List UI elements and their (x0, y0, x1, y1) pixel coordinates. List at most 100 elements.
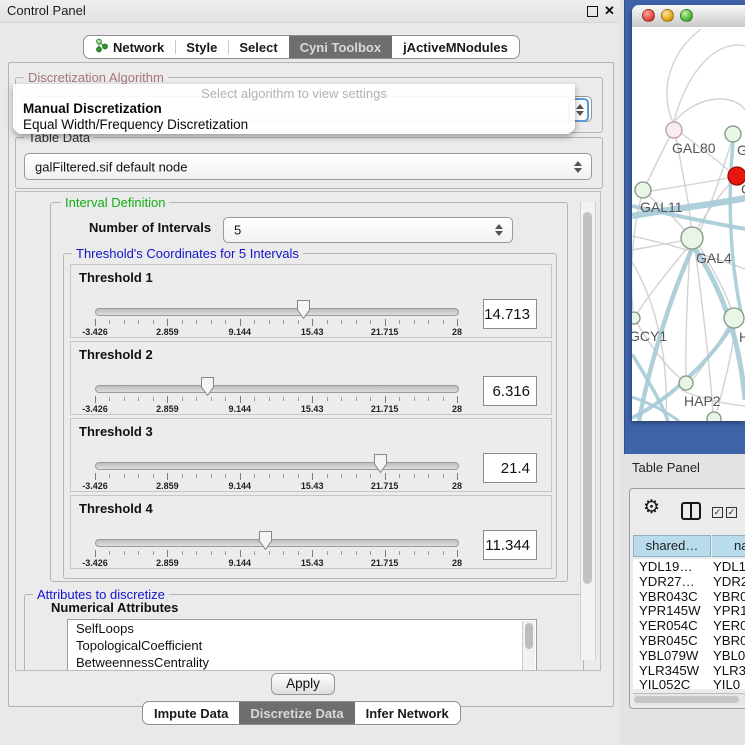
checkbox-icon[interactable]: ✓ (726, 507, 737, 518)
network-node-label: GAL80 (672, 140, 716, 156)
slider-tick-label: 15.43 (301, 404, 324, 414)
network-node[interactable] (635, 182, 651, 198)
slider-track[interactable] (95, 308, 459, 316)
slider-thumb[interactable] (374, 454, 387, 473)
network-node[interactable] (724, 308, 744, 328)
table-row[interactable]: YER054CYER0 (633, 618, 745, 633)
slider-track[interactable] (95, 462, 459, 470)
cell-name: YBR0 (713, 633, 745, 648)
settings-gear-icon[interactable]: ⚙ (643, 496, 660, 519)
interval-definition-group: Interval Definition Number of Intervals … (50, 202, 568, 582)
slider-tick (443, 474, 444, 478)
slider-track[interactable] (95, 385, 459, 393)
table-row[interactable]: YBR043CYBR0 (633, 589, 745, 604)
columns-icon[interactable] (681, 502, 701, 520)
table-row[interactable]: YIL052CYIL0 (633, 677, 745, 689)
horizontal-scrollbar[interactable] (633, 693, 745, 705)
tab-style[interactable]: Style (175, 36, 228, 58)
slider-tick (211, 551, 212, 555)
list-scrollbar[interactable] (522, 621, 535, 671)
table-row[interactable]: YBR045CYBR0 (633, 633, 745, 648)
tab-discretize-data[interactable]: Discretize Data (239, 702, 354, 724)
network-window-titlebar[interactable] (632, 5, 745, 28)
tab-infer-network[interactable]: Infer Network (355, 702, 460, 724)
cell-shared-name: YER054C (639, 618, 698, 633)
network-node[interactable] (707, 412, 721, 421)
slider-tick (283, 551, 284, 555)
attribute-item[interactable]: SelfLoops (68, 620, 536, 637)
thresholds-group: Threshold's Coordinates for 5 Intervals … (63, 253, 557, 579)
tab-select[interactable]: Select (228, 36, 288, 58)
float-icon[interactable] (587, 6, 598, 17)
table-row[interactable]: YPR145WYPR1 (633, 603, 745, 618)
slider-tick (269, 320, 270, 324)
table-row[interactable]: YLR345WYLR3 (633, 663, 745, 678)
checkbox-icon[interactable]: ✓ (712, 507, 723, 518)
network-node[interactable] (632, 312, 640, 324)
slider-tick (124, 397, 125, 401)
network-canvas[interactable]: GAL80GACGAL11GAL4GCY1HHAP2 (632, 27, 745, 421)
tab-network[interactable]: Network (84, 36, 175, 58)
panel-scrollbar[interactable] (580, 202, 596, 660)
attribute-item[interactable]: BetweennessCentrality (68, 654, 536, 671)
network-node-label: H (739, 329, 745, 345)
dropdown-item-equal-width[interactable]: Equal Width/Frequency Discretization (23, 117, 248, 132)
network-node[interactable] (681, 227, 703, 249)
network-node[interactable] (679, 376, 693, 390)
slider-thumb[interactable] (201, 377, 214, 396)
threshold-value-field[interactable]: 11.344 (483, 530, 537, 560)
numerical-attributes-label: Numerical Attributes (51, 600, 178, 615)
tab-impute-data[interactable]: Impute Data (143, 702, 239, 724)
table-data-combo[interactable]: galFiltered.sif default node (24, 153, 592, 180)
column-header-name[interactable]: na (712, 535, 745, 557)
slider-tick (385, 473, 386, 480)
dropdown-item-manual[interactable]: Manual Discretization (23, 101, 162, 116)
slider-tick (109, 551, 110, 555)
network-node[interactable] (666, 122, 682, 138)
slider-tick (138, 551, 139, 555)
cell-name: YDR2 (713, 574, 745, 589)
top-tabbar: Network Style Select Cyni Toolbox jActiv… (83, 35, 520, 59)
table-row[interactable]: YBL079WYBL0 (633, 648, 745, 663)
slider-track[interactable] (95, 539, 459, 547)
number-of-intervals-combo[interactable]: 5 (223, 217, 513, 243)
spinner-arrows-icon[interactable] (495, 223, 504, 237)
close-icon[interactable]: ✕ (604, 3, 615, 19)
apply-button[interactable]: Apply (271, 673, 335, 695)
slider-thumb[interactable] (259, 531, 272, 550)
slider-thumb[interactable] (297, 300, 310, 319)
table-rows[interactable]: YDL19…YDL1YDR27…YDR2YBR043CYBR0YPR145WYP… (633, 559, 745, 689)
slider-tick (385, 319, 386, 326)
spinner-arrows-icon[interactable] (574, 160, 583, 174)
scrollbar-thumb[interactable] (583, 212, 592, 584)
column-header-shared[interactable]: shared… (633, 535, 711, 557)
scrollbar-thumb[interactable] (525, 623, 533, 649)
attribute-item[interactable]: TopologicalCoefficient (68, 637, 536, 654)
network-node[interactable] (725, 126, 741, 142)
table-row[interactable]: YDR27…YDR2 (633, 574, 745, 589)
scrollbar-thumb[interactable] (634, 696, 739, 703)
network-edge (674, 99, 745, 122)
slider-tick-label: 15.43 (301, 481, 324, 491)
tab-jactivemnodules[interactable]: jActiveMNodules (392, 36, 519, 58)
cyni-content-panel: Discretization Algorithm Select algorith… (8, 62, 614, 707)
slider-tick (109, 397, 110, 401)
threshold-value-field[interactable]: 14.713 (483, 299, 537, 329)
slider-tick (196, 474, 197, 478)
slider-tick (457, 319, 458, 326)
table-row[interactable]: YDL19…YDL1 (633, 559, 745, 574)
threshold-label: Threshold 3 (79, 424, 153, 439)
close-traffic-light-icon[interactable] (642, 9, 655, 22)
zoom-traffic-light-icon[interactable] (680, 9, 693, 22)
slider-tick (298, 320, 299, 324)
threshold-value-field[interactable]: 6.316 (483, 376, 537, 406)
network-edge (674, 45, 745, 121)
minimize-traffic-light-icon[interactable] (661, 9, 674, 22)
slider-tick (385, 396, 386, 403)
cell-name: YDL1 (713, 559, 745, 574)
slider-tick (356, 320, 357, 324)
threshold-value-field[interactable]: 21.4 (483, 453, 537, 483)
slider-tick (341, 397, 342, 401)
tab-cyni-toolbox[interactable]: Cyni Toolbox (289, 36, 392, 58)
numerical-attributes-list[interactable]: SelfLoopsTopologicalCoefficientBetweenne… (67, 619, 537, 671)
